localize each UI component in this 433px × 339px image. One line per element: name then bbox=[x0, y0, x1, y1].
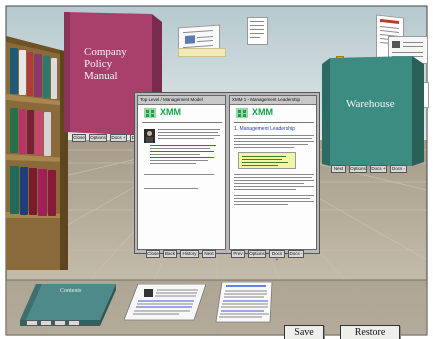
floor-book-button-3[interactable] bbox=[54, 320, 66, 326]
floor-contents-book[interactable]: Contents bbox=[20, 282, 116, 328]
save-button[interactable]: Save bbox=[284, 325, 324, 339]
floor-document-middle[interactable] bbox=[124, 284, 206, 322]
virtual-3d-workspace: Company Policy Manual Close Options Docs… bbox=[0, 0, 433, 339]
restore-button[interactable]: Restore bbox=[340, 325, 400, 339]
floor-book-title: Contents bbox=[60, 288, 82, 294]
floor-book-button-1[interactable] bbox=[26, 320, 38, 326]
floor-document-right[interactable] bbox=[214, 282, 274, 324]
floor-book-button-2[interactable] bbox=[40, 320, 52, 326]
floor-book-button-4[interactable] bbox=[68, 320, 80, 326]
